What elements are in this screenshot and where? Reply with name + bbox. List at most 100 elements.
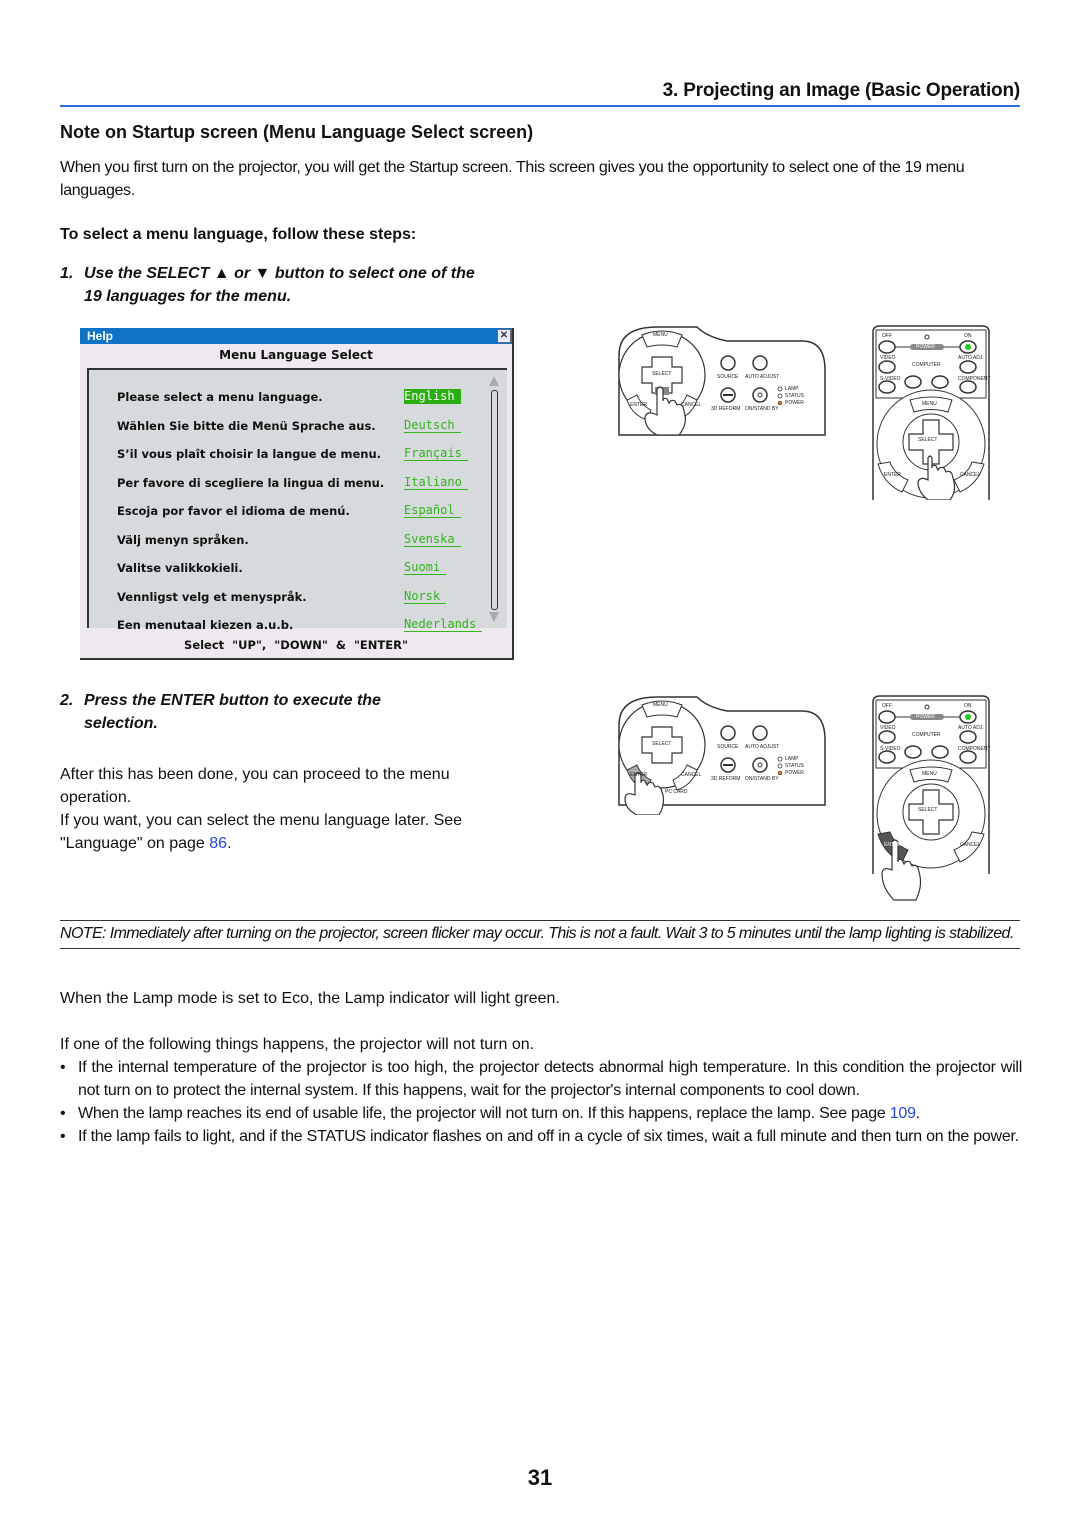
- projector-panel-drawing: [618, 326, 826, 436]
- after-line-2-end: .: [227, 835, 232, 852]
- computer-label: COMPUTER: [912, 362, 941, 368]
- s-video-label: S-VIDEO: [880, 376, 901, 382]
- 3d-reform-label: 3D REFORM: [711, 776, 741, 782]
- note-box: NOTE: Immediately after turning on the p…: [60, 920, 1020, 949]
- page-number: 31: [527, 1465, 553, 1490]
- bullet-list: If the internal temperature of the proje…: [60, 1056, 1022, 1148]
- remote-illustration-1: OFF ON POWER VIDEO COMPUTER AUTO ADJ. S-…: [870, 324, 992, 501]
- power-indicator-label: POWER: [785, 770, 804, 776]
- remote-cancel-label: CANCEL: [960, 842, 981, 848]
- language-option-norsk[interactable]: Norsk: [404, 589, 447, 604]
- after-paragraph: After this has been done, you can procee…: [60, 763, 510, 855]
- eco-paragraph: When the Lamp mode is set to Eco, the La…: [60, 990, 560, 1007]
- cancel-button-label: CANCEL: [681, 402, 702, 408]
- lamp-indicator-label: LAMP: [785, 756, 799, 762]
- language-prompt: Please select a menu language.: [117, 390, 323, 404]
- help-title: Help: [87, 329, 114, 343]
- remote-cancel-label: CANCEL: [960, 472, 981, 478]
- remote-enter-label: ENTER: [884, 842, 901, 848]
- after-line-2: If you want, you can select the menu lan…: [60, 809, 510, 855]
- power-label: POWER: [916, 344, 935, 350]
- bullet-text: When the lamp reaches its end of usable …: [78, 1105, 890, 1122]
- language-option-deutsch[interactable]: Deutsch: [404, 418, 461, 433]
- step-text: Use the SELECT ▲ or ▼ button to select o…: [84, 265, 475, 282]
- 3d-reform-label: 3D REFORM: [711, 406, 741, 412]
- step-2: 2. Press the ENTER button to execute the …: [60, 689, 500, 735]
- bullet-item: If the lamp fails to light, and if the S…: [60, 1125, 1022, 1148]
- page-link-109[interactable]: 109: [890, 1105, 916, 1122]
- on-label: ON: [964, 703, 972, 709]
- language-prompt: Een menutaal kiezen a.u.b.: [117, 618, 294, 632]
- language-list: Please select a menu language. English Wäh…: [87, 368, 507, 632]
- language-prompt: Per favore di scegliere la lingua di men…: [117, 475, 385, 490]
- bullet-text: If the lamp fails to light, and if the S…: [78, 1128, 1019, 1145]
- bullet-item: When the lamp reaches its end of usable …: [60, 1102, 1022, 1125]
- cancel-button-label: CANCEL: [681, 772, 702, 778]
- page-link-86[interactable]: 86: [209, 835, 227, 852]
- section-title: Note on Startup screen (Menu Language Se…: [60, 122, 534, 142]
- chapter-rule: [60, 105, 1020, 107]
- bullet-item: If the internal temperature of the proje…: [60, 1056, 1022, 1102]
- remote-menu-label: MENU: [922, 771, 937, 777]
- language-prompt: Valitse valikkokieli.: [117, 561, 243, 575]
- menu-button-label: MENU: [653, 702, 668, 708]
- select-button-label: SELECT: [652, 741, 672, 747]
- language-prompt: Wählen Sie bitte die Menü Sprache aus.: [117, 418, 376, 433]
- remote-enter-label: ENTER: [884, 472, 901, 478]
- remote-select-label: SELECT: [918, 807, 938, 813]
- pc-card-label: PC CARD: [665, 789, 688, 795]
- projector-panel-drawing: [618, 696, 826, 816]
- help-titlebar: Help ✕: [80, 328, 512, 344]
- step-1: 1. Use the SELECT ▲ or ▼ button to select…: [60, 262, 580, 308]
- video-label: VIDEO: [880, 355, 896, 361]
- on-label: ON: [964, 333, 972, 339]
- language-option-english[interactable]: English: [404, 389, 461, 404]
- chapter-title: 3. Projecting an Image (Basic Operation): [662, 80, 1021, 101]
- off-label: OFF: [882, 703, 892, 709]
- component-label: COMPONENT: [958, 746, 991, 752]
- component-label: COMPONENT: [958, 376, 991, 382]
- scrollbar[interactable]: [489, 376, 499, 622]
- remote-illustration-2: OFF ON POWER VIDEO COMPUTER AUTO ADJ. S-…: [870, 694, 992, 904]
- step-number: 2.: [60, 692, 74, 709]
- intro-paragraph: When you first turn on the projector, yo…: [60, 159, 965, 199]
- scroll-down-icon[interactable]: [489, 612, 499, 622]
- projector-panel-illustration-1: MENU SELECT ENTER CANCEL SOURCE AUTO ADJ…: [617, 325, 827, 437]
- enter-button-label: ENTER: [630, 772, 647, 778]
- remote-select-label: SELECT: [918, 437, 938, 443]
- language-option-français[interactable]: Français: [404, 446, 468, 461]
- step-number: 1.: [60, 265, 74, 282]
- step-text-cont: selection.: [84, 715, 158, 732]
- auto-adj-label: AUTO ADJ.: [958, 355, 984, 361]
- enter-button-label: ENTER: [630, 402, 647, 408]
- remote-menu-label: MENU: [922, 401, 937, 407]
- language-option-svenska[interactable]: Svenska: [404, 532, 461, 547]
- status-indicator-label: STATUS: [785, 763, 804, 769]
- steps-title: To select a menu language, follow these …: [60, 226, 417, 243]
- language-option-español[interactable]: Español: [404, 503, 461, 518]
- after-line-2-text: If you want, you can select the menu lan…: [60, 812, 463, 852]
- language-option-suomi[interactable]: Suomi: [404, 560, 447, 575]
- language-option-nederlands[interactable]: Nederlands: [404, 617, 483, 632]
- off-label: OFF: [882, 333, 892, 339]
- step-text: Press the ENTER button to execute the: [84, 692, 381, 709]
- scroll-track[interactable]: [491, 390, 498, 610]
- not-turn-on-intro: If one of the following things happens, …: [60, 1036, 535, 1053]
- status-indicator-label: STATUS: [785, 393, 804, 399]
- step-text-cont: 19 languages for the menu.: [84, 288, 292, 305]
- close-icon[interactable]: ✕: [497, 329, 511, 343]
- after-line-1: After this has been done, you can procee…: [60, 766, 450, 806]
- language-prompt: Escoja por favor el idioma de menú.: [117, 504, 350, 518]
- bullet-text: If the internal temperature of the proje…: [78, 1059, 1022, 1099]
- language-prompt: Välj menyn språken.: [117, 532, 249, 547]
- scroll-up-icon[interactable]: [489, 376, 499, 386]
- lamp-indicator-label: LAMP: [785, 386, 799, 392]
- help-footer: Select "UP", "DOWN" & "ENTER": [184, 638, 408, 652]
- power-indicator-label: POWER: [785, 400, 804, 406]
- bullet-text-end: .: [915, 1105, 920, 1122]
- language-option-italiano[interactable]: Italiano: [404, 475, 468, 490]
- video-label: VIDEO: [880, 725, 896, 731]
- power-label: POWER: [916, 714, 935, 720]
- s-video-label: S-VIDEO: [880, 746, 901, 752]
- source-label: SOURCE: [717, 744, 739, 750]
